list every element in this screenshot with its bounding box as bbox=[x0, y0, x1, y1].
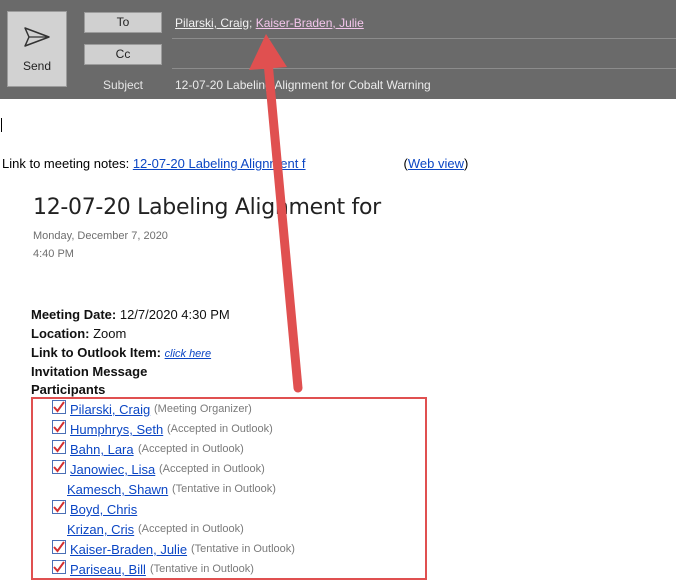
meeting-notes-link[interactable]: 12-07-20 Labeling Alignment f bbox=[133, 156, 306, 171]
meeting-date-row: Meeting Date: 12/7/2020 4:30 PM bbox=[31, 307, 230, 322]
to-button[interactable]: To bbox=[84, 12, 162, 33]
participant-name-link[interactable]: Kaiser-Braden, Julie bbox=[70, 542, 187, 557]
meeting-date-caption: Monday, December 7, 2020 bbox=[33, 230, 168, 242]
text-caret bbox=[1, 118, 2, 132]
send-label: Send bbox=[22, 59, 52, 73]
invitation-row: Invitation Message bbox=[31, 364, 147, 379]
outlook-item-label: Link to Outlook Item: bbox=[31, 345, 161, 360]
meeting-date-label: Meeting Date: bbox=[31, 307, 117, 322]
participant-name-link[interactable]: Pariseau, Bill bbox=[70, 562, 146, 577]
meeting-title: 12-07-20 Labeling Alignment for bbox=[33, 195, 381, 220]
participant-status: (Accepted in Outlook) bbox=[167, 423, 273, 435]
participant-status: (Accepted in Outlook) bbox=[138, 523, 244, 535]
to-field[interactable]: Pilarski, Craig; Kaiser-Braden, Julie bbox=[175, 16, 364, 30]
cc-field-underline bbox=[172, 68, 676, 69]
recipient-kaiser-braden[interactable]: Kaiser-Braden, Julie bbox=[256, 16, 364, 30]
participant-status: (Tentative in Outlook) bbox=[150, 563, 254, 575]
participant-name-link[interactable]: Bahn, Lara bbox=[70, 442, 134, 457]
participant-name-link[interactable]: Boyd, Chris bbox=[70, 502, 137, 517]
compose-header: Send To Cc Subject Pilarski, Craig; Kais… bbox=[0, 0, 676, 99]
checkbox-checked-icon bbox=[52, 400, 66, 414]
participant-name-link[interactable]: Kamesch, Shawn bbox=[67, 482, 168, 497]
cc-button[interactable]: Cc bbox=[84, 44, 162, 65]
participant-name-link[interactable]: Janowiec, Lisa bbox=[70, 462, 155, 477]
outlook-item-link[interactable]: click here bbox=[165, 348, 211, 360]
location-label: Location: bbox=[31, 326, 90, 341]
meeting-time-caption: 4:40 PM bbox=[33, 248, 74, 260]
to-field-underline bbox=[172, 38, 676, 39]
recipient-separator: ; bbox=[249, 16, 253, 30]
meeting-date-value: 12/7/2020 4:30 PM bbox=[116, 307, 230, 322]
subject-input[interactable]: 12-07-20 Labeling Alignment for Cobalt W… bbox=[175, 78, 431, 92]
recipient-pilarski[interactable]: Pilarski, Craig bbox=[175, 16, 249, 30]
checkbox-checked-icon bbox=[52, 560, 66, 574]
participant-status: (Meeting Organizer) bbox=[154, 403, 252, 415]
invitation-label: Invitation Message bbox=[31, 364, 148, 379]
location-value: Zoom bbox=[89, 326, 127, 341]
location-row: Location: Zoom bbox=[31, 326, 126, 341]
participant-status: (Accepted in Outlook) bbox=[138, 443, 244, 455]
checkbox-checked-icon bbox=[52, 460, 66, 474]
participant-status: (Accepted in Outlook) bbox=[159, 463, 265, 475]
send-icon bbox=[24, 27, 50, 47]
web-view-link[interactable]: Web view bbox=[408, 156, 464, 171]
participant-name-link[interactable]: Pilarski, Craig bbox=[70, 402, 150, 417]
checkbox-checked-icon bbox=[52, 420, 66, 434]
checkbox-checked-icon bbox=[52, 500, 66, 514]
participant-name-link[interactable]: Krizan, Cris bbox=[67, 522, 134, 537]
notes-prefix: Link to meeting notes: bbox=[2, 156, 133, 171]
checkbox-checked-icon bbox=[52, 440, 66, 454]
participant-status: (Tentative in Outlook) bbox=[172, 483, 276, 495]
participant-status: (Tentative in Outlook) bbox=[191, 543, 295, 555]
send-button[interactable]: Send bbox=[7, 11, 67, 87]
checkbox-checked-icon bbox=[52, 540, 66, 554]
participants-label: Participants bbox=[31, 382, 106, 397]
participant-name-link[interactable]: Humphrys, Seth bbox=[70, 422, 163, 437]
participants-row: Participants bbox=[31, 382, 105, 397]
web-view-close: ) bbox=[464, 156, 469, 171]
meeting-notes-line: Link to meeting notes: 12-07-20 Labeling… bbox=[2, 156, 468, 171]
outlook-item-row: Link to Outlook Item: click here bbox=[31, 345, 211, 360]
subject-label: Subject bbox=[102, 78, 144, 92]
